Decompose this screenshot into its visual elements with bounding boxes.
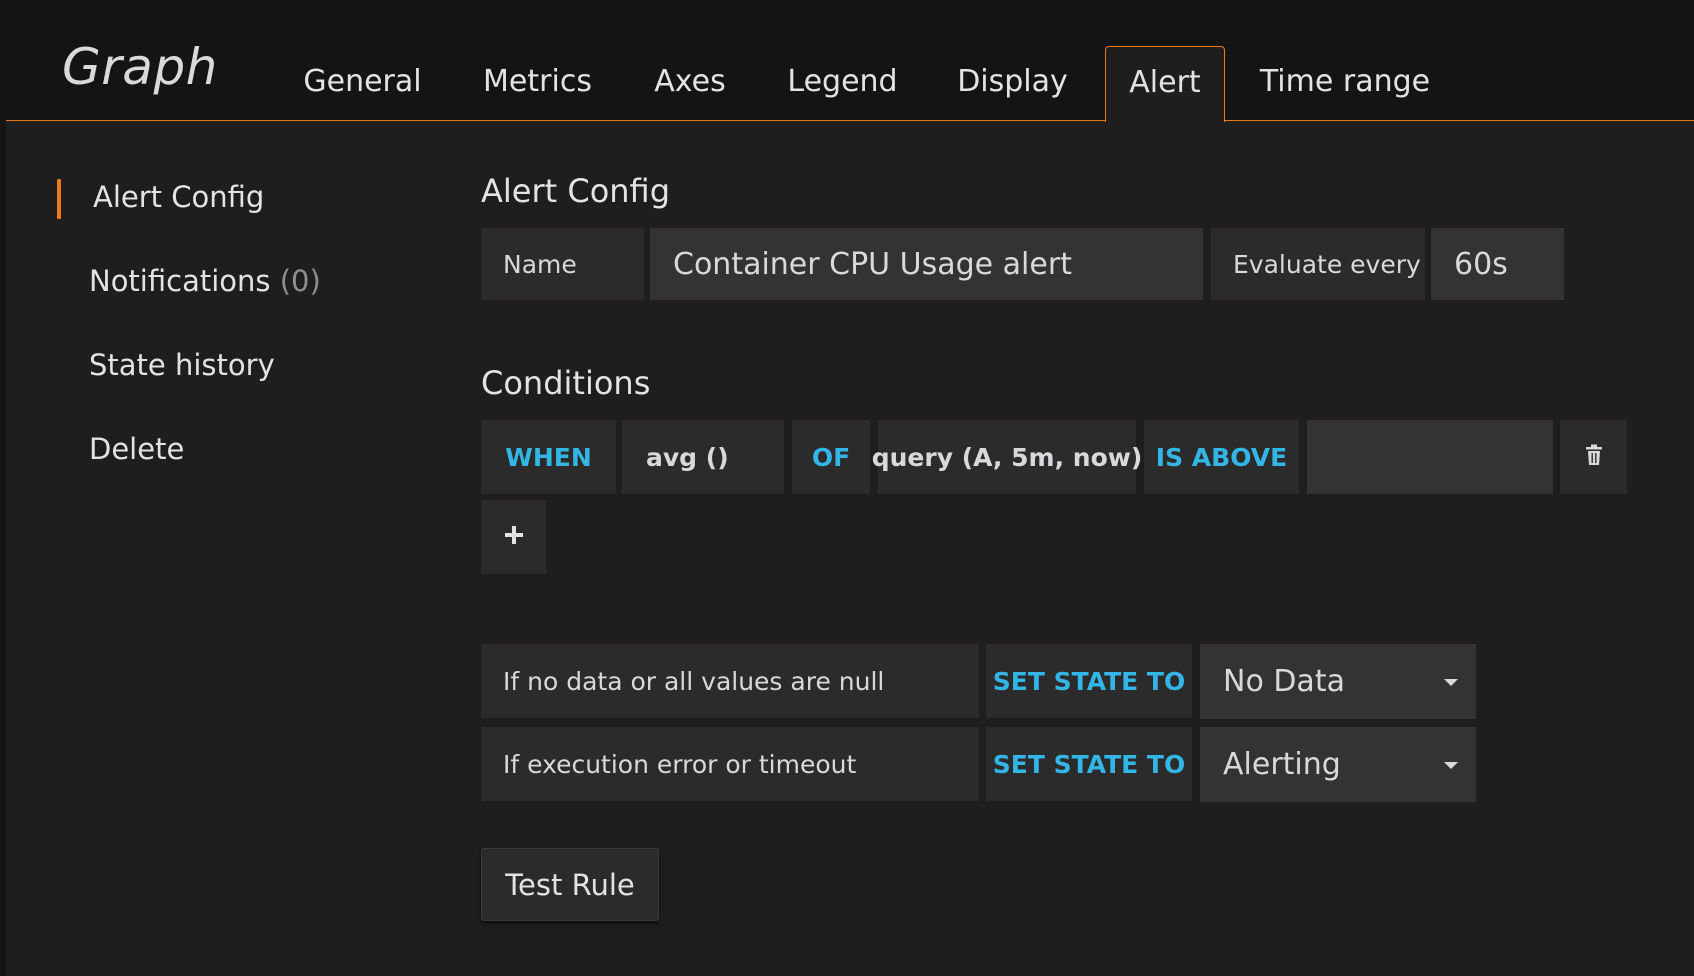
evaluate-every-input[interactable]: 60s xyxy=(1431,228,1564,300)
chevron-down-icon xyxy=(1444,761,1458,769)
reducer-select[interactable]: avg () xyxy=(622,420,784,494)
tab-time-range[interactable]: Time range xyxy=(1255,46,1435,121)
no-data-state-select[interactable]: No Data xyxy=(1200,644,1476,719)
execution-error-state-select[interactable]: Alerting xyxy=(1200,727,1476,802)
evaluator-select[interactable]: IS ABOVE xyxy=(1144,420,1299,494)
execution-error-state-value: Alerting xyxy=(1223,747,1341,782)
sidebar-item-notifications[interactable]: Notifications (0) xyxy=(89,264,321,298)
tab-alert[interactable]: Alert xyxy=(1105,46,1225,122)
no-data-label: If no data or all values are null xyxy=(481,644,979,718)
sidebar-item-alert-config[interactable]: Alert Config xyxy=(93,180,264,214)
no-data-state-value: No Data xyxy=(1223,664,1345,699)
trash-icon xyxy=(1585,444,1603,470)
delete-condition-button[interactable] xyxy=(1560,420,1627,494)
of-keyword: OF xyxy=(792,420,870,494)
alert-config-title: Alert Config xyxy=(481,172,671,210)
execution-error-label: If execution error or timeout xyxy=(481,727,979,801)
conditions-title: Conditions xyxy=(481,364,651,402)
name-label: Name xyxy=(481,228,644,300)
query-select[interactable]: query (A, 5m, now) xyxy=(872,420,1142,494)
chevron-down-icon xyxy=(1444,678,1458,686)
evaluate-every-label: Evaluate every xyxy=(1211,228,1425,300)
sidebar-item-label: Notifications xyxy=(89,264,271,298)
notifications-count: (0) xyxy=(279,264,321,298)
test-rule-button[interactable]: Test Rule xyxy=(481,848,659,921)
sidebar-item-state-history[interactable]: State history xyxy=(89,348,275,382)
add-condition-button[interactable] xyxy=(481,500,546,574)
plus-icon xyxy=(504,525,524,549)
tab-display[interactable]: Display xyxy=(945,46,1080,121)
sidebar-item-delete[interactable]: Delete xyxy=(89,432,184,466)
execution-error-set-state-keyword: SET STATE TO xyxy=(986,727,1192,801)
no-data-set-state-keyword: SET STATE TO xyxy=(986,644,1192,718)
tab-general[interactable]: General xyxy=(290,46,435,121)
when-keyword: WHEN xyxy=(481,420,616,494)
tab-axes[interactable]: Axes xyxy=(640,46,740,121)
tab-metrics[interactable]: Metrics xyxy=(470,46,605,121)
threshold-input[interactable] xyxy=(1307,420,1553,494)
name-input[interactable]: Container CPU Usage alert xyxy=(650,228,1203,300)
tab-legend[interactable]: Legend xyxy=(775,46,910,121)
active-marker xyxy=(57,179,61,219)
panel-title: Graph xyxy=(62,38,218,96)
